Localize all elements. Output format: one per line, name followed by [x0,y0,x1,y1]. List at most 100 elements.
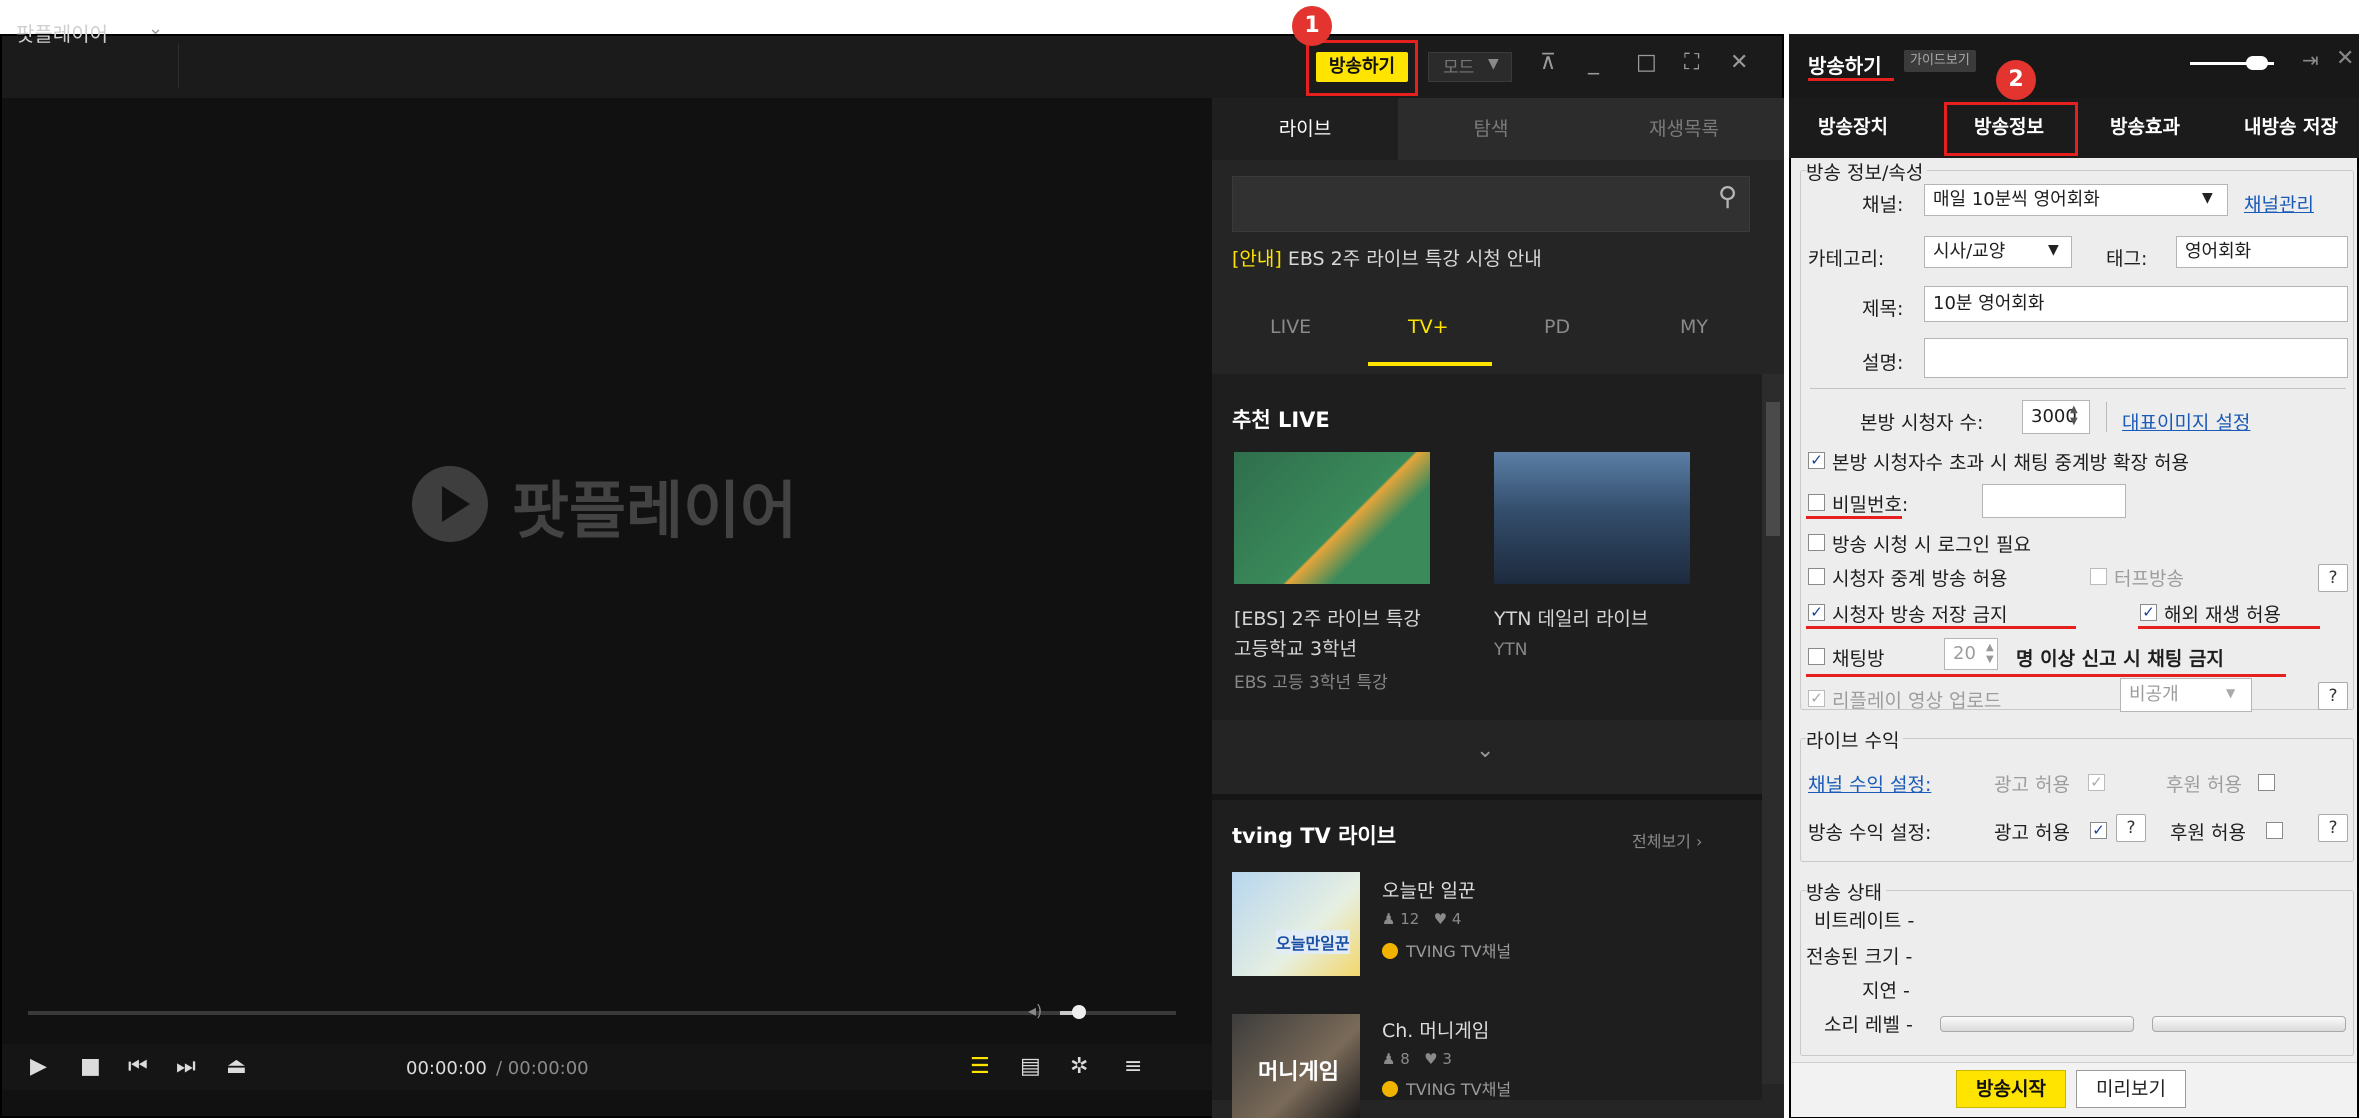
relay-checkbox[interactable] [1808,568,1825,585]
card-title-line2[interactable]: 고등학교 3학년 [1234,634,1357,661]
preview-button[interactable]: 미리보기 [2076,1070,2186,1108]
card-title[interactable]: YTN 데일리 라이브 [1494,604,1648,631]
viewers-stepper[interactable]: 3000 [2022,400,2090,434]
relay-label: 시청자 중계 방송 허용 [1832,568,2008,590]
save-ban-checkbox[interactable]: ✓ [1808,604,1825,621]
help-button[interactable]: ? [2318,814,2348,842]
red-underline [1806,516,1902,519]
viewer-icon: ♟ [1382,910,1396,928]
channel-label: 채널: [1862,194,1904,216]
channel-select[interactable]: 매일 10분씩 영어회화 [1924,184,2228,216]
red-underline [1806,674,2286,677]
like-count: 3 [1442,1050,1452,1068]
title-input[interactable]: 10분 영어회화 [1924,286,2348,322]
channel-ad-checkbox[interactable]: ✓ [2088,774,2105,791]
tab-explore[interactable]: 탐색 [1398,98,1584,160]
app-menu-label[interactable]: 팟플레이어 [16,18,108,47]
broadcast-ad-checkbox[interactable]: ✓ [2090,822,2107,839]
channel-icon [1382,1081,1398,1097]
tving-thumbnail[interactable]: 오늘만일꾼 [1232,872,1360,976]
guide-button[interactable]: 가이드보기 [1904,50,1976,72]
previous-icon[interactable]: ⏮ [128,1054,148,1079]
help-button[interactable]: ? [2116,814,2146,842]
help-button[interactable]: ? [2318,564,2348,592]
tag-input[interactable]: 영어회화 [2176,236,2348,268]
broadcast-donate-checkbox[interactable] [2266,822,2283,839]
category-label: 카테고리: [1808,248,1885,270]
channel-donate-label: 후원 허용 [2166,774,2242,796]
expand-checkbox[interactable]: ✓ [1808,452,1825,469]
live-thumbnail[interactable] [1234,452,1430,584]
volume-icon[interactable]: ◂) [1028,1001,1042,1020]
description-input[interactable] [1924,338,2348,378]
seek-bar[interactable] [28,1011,1080,1015]
subtab-live[interactable]: LIVE [1270,316,1311,338]
close-icon[interactable]: ✕ [2336,46,2354,71]
notice-link[interactable]: [안내] EBS 2주 라이브 특강 시청 안내 [1232,244,1542,271]
search-input[interactable] [1232,176,1750,232]
tving-item-channel: TVING TV채널 [1382,938,1511,962]
maximize-icon[interactable]: □ [1636,50,1657,75]
channel-donate-checkbox[interactable] [2258,774,2275,791]
stepper-arrows-icon[interactable]: ▲ ▼ [1986,642,1994,666]
login-checkbox[interactable] [1808,534,1825,551]
tving-item-name[interactable]: Ch. 머니게임 [1382,1016,1489,1043]
delay-label: 지연 - [1862,980,1910,1002]
subtab-my[interactable]: MY [1680,316,1708,338]
replay-checkbox[interactable]: ✓ [1808,690,1825,707]
subtab-tvplus[interactable]: TV+ [1408,316,1449,338]
password-checkbox[interactable] [1808,494,1825,511]
viewers-label: 본방 시청자 수: [1860,412,1984,434]
replay-label: 리플레이 영상 업로드 [1832,690,2002,712]
card-subtitle: EBS 고등 3학년 특강 [1234,673,1388,693]
start-broadcast-button[interactable]: 방송시작 [1956,1070,2066,1108]
live-thumbnail[interactable] [1494,452,1690,584]
time-total: / 00:00:00 [496,1058,589,1079]
view-all-link[interactable]: 전체보기 › [1632,828,1702,852]
turf-checkbox[interactable] [2090,568,2107,585]
channel-income-link[interactable]: 채널 수익 설정: [1808,770,1931,797]
menu-icon[interactable]: ≡ [1124,1054,1142,1079]
like-count: 4 [1451,910,1462,928]
eject-icon[interactable]: ⏏ [226,1054,247,1079]
search-icon[interactable]: ⚲ [1718,182,1737,212]
pin-icon[interactable]: ⊼ [1540,50,1556,75]
opacity-slider-knob[interactable] [2246,56,2268,70]
subtab-pd[interactable]: PD [1544,316,1570,338]
chevron-down-icon[interactable]: ⌄ [1476,738,1494,763]
tab-live[interactable]: 라이브 [1212,98,1398,160]
logo-text: 팟플레이어 [512,474,798,547]
card-title[interactable]: [EBS] 2주 라이브 특강 [1234,604,1421,631]
video-area[interactable] [2,98,1214,1038]
overseas-checkbox[interactable]: ✓ [2140,604,2157,621]
stop-icon[interactable]: ■ [80,1054,101,1079]
scrollbar-thumb[interactable] [1766,402,1780,536]
subtitle-icon[interactable]: ▤ [1020,1054,1041,1079]
channel-manage-link[interactable]: 채널관리 [2244,190,2314,217]
next-icon[interactable]: ⏭ [176,1054,196,1079]
volume-knob[interactable] [1072,1005,1086,1019]
minimize-icon[interactable]: _ [1588,50,1599,75]
help-button[interactable]: ? [2318,682,2348,710]
chevron-down-icon[interactable]: ⌄ [148,18,163,39]
mode-dropdown[interactable]: 모드 [1428,52,1512,82]
play-icon[interactable]: ▶ [30,1054,47,1079]
fullscreen-icon[interactable]: ⛶ [1684,50,1699,75]
tving-item-name[interactable]: 오늘만 일꾼 [1382,876,1475,903]
tab-device[interactable]: 방송장치 [1818,112,1888,139]
tab-my-save[interactable]: 내방송 저장 [2244,112,2338,139]
tving-thumbnail[interactable]: 머니게임 [1232,1014,1360,1118]
close-icon[interactable]: ✕ [1730,50,1748,75]
playlist-search-icon[interactable]: ☰ [970,1054,990,1079]
pin-icon[interactable]: ⇥ [2302,48,2319,72]
password-input[interactable] [1982,484,2126,518]
viewer-count: 8 [1400,1050,1410,1068]
tab-playlist[interactable]: 재생목록 [1584,98,1784,160]
like-icon: ♥ [1424,1050,1438,1068]
rep-image-link[interactable]: 대표이미지 설정 [2122,408,2250,435]
tab-effects[interactable]: 방송효과 [2110,112,2180,139]
stepper-arrows-icon[interactable]: ▲ ▼ [2070,404,2078,428]
thumbnail-text: 머니게임 [1258,1060,1339,1085]
settings-gear-icon[interactable]: ✲ [1070,1054,1088,1079]
chat-ban-checkbox[interactable] [1808,648,1825,665]
